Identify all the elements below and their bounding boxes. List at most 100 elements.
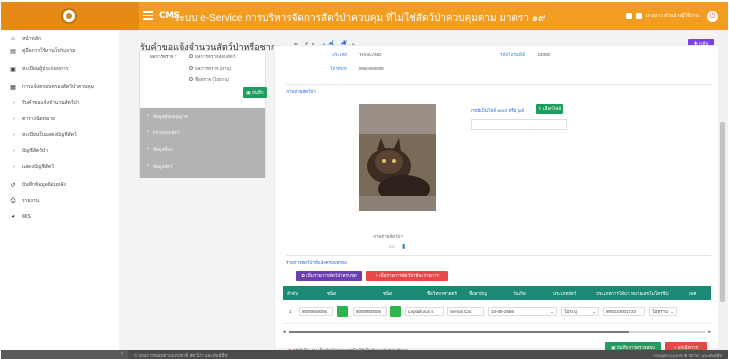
logout-icon[interactable]: ⏻	[707, 10, 718, 22]
animal-table-header: ลำดับ ชนิด ชนิด ชื่อวิทยาศาสตร์ ชื่อสามั…	[283, 286, 711, 300]
tab-inspect[interactable]: ▪ ตรวจสอบสัตว์	[147, 127, 180, 137]
main-content: รับคำขอแจ้งจำนวนสัตว์ป่าหรือซากของสัตว์ป…	[119, 30, 728, 354]
print-icon: ⎙	[10, 197, 16, 204]
scroll-left-icon[interactable]: ◂	[283, 329, 286, 335]
sidebar-subitem-wildlife-account[interactable]: › บัญชีสัตว์ป่า	[11, 146, 48, 156]
inspection-result-label: ผลการตรวจ *	[150, 53, 177, 60]
microchip-input[interactable]: 900210001723	[603, 307, 645, 316]
photo-caption: ภาพถ่ายสัตว์ป่า	[373, 234, 403, 239]
tab-applicant[interactable]: ▪ ข้อมูลผู้ขออนุญาต	[147, 111, 188, 121]
add-set-label: เพิ่มรายการสัตว์ป่าครบชุด	[306, 273, 357, 278]
column-header: ลำดับ	[287, 291, 299, 296]
sidebar-item-possession[interactable]: ▦ การแจ้งครอบครองสัตว์ป่าควบคุม	[9, 82, 94, 92]
sex-select[interactable]: ไม่ทราบ ⌄	[649, 307, 677, 316]
brand-area	[1, 2, 139, 30]
sidebar-item-registry[interactable]: ▣ ทะเบียนผู้ประกอบการ	[9, 64, 68, 74]
collapse-sidebar-icon[interactable]: ‹	[121, 351, 123, 357]
add-set-button[interactable]: ✿ เพิ่มรายการสัตว์ป่าครบชุด	[296, 271, 362, 281]
birthdate-select[interactable]: 10-08-2566 ⌄	[488, 307, 557, 316]
book-icon: ▤	[10, 48, 16, 55]
scroll-thumb[interactable]	[720, 122, 725, 302]
radio-circle[interactable]	[189, 77, 193, 81]
common-name-input[interactable]: Serval Cat	[447, 307, 484, 316]
country-field: ประเทศ THAILAND	[332, 50, 381, 58]
chevron-right-icon: ›	[13, 132, 15, 138]
search-species-button-2[interactable]	[390, 306, 401, 317]
info-icon: ▪	[147, 146, 149, 152]
column-header: ชื่อวิทยาศาสตร์	[427, 291, 457, 296]
acquire-select[interactable]: ไม่ระบุ ⌄	[561, 307, 599, 316]
user-name[interactable]: นางสาว ตัวอย่างผู้ใช้งาน	[646, 12, 699, 20]
sidebar-subitem-show-account[interactable]: › แสดงบัญชีสัตว์	[11, 162, 54, 172]
tab-label: ข้อมูลผู้ขออนุญาต	[152, 113, 188, 119]
sidebar-subitem-schedule[interactable]: › ตารางนัดหมาย	[11, 114, 55, 124]
radio-option-3[interactable]: ชื่อตรวจ (ไม่ผ่าน)	[189, 75, 229, 83]
radio-circle[interactable]	[189, 54, 193, 58]
department-logo[interactable]	[61, 8, 77, 24]
sidebar-item-manual[interactable]: ▤ คู่มือการใช้งานโปรแกรม	[9, 46, 75, 56]
image-edit-icon[interactable]: ▭	[389, 243, 395, 250]
footer: ‹ © 2023 กรมอุทยานแห่งชาติ สัตว์ป่า และพ…	[1, 350, 728, 359]
sidebar-subitem-certificate[interactable]: › ทะเบียนใบแสดงบัญชีสัตว์	[11, 130, 77, 140]
sidebar-item-history[interactable]: ↺ บันทึกข้อมูลย้อนหลัง	[9, 180, 65, 190]
sidebar-item-mis[interactable]: ◕ MIS	[9, 212, 31, 222]
sidebar-item-label: บัญชีสัตว์ป่า	[22, 148, 48, 154]
scroll-thumb[interactable]	[289, 331, 629, 333]
id-card-icon: ▣	[10, 66, 16, 73]
sidebar-item-label: ตารางนัดหมาย	[22, 116, 55, 122]
column-header: ประเภทการได้มา	[596, 291, 630, 296]
phone-label: โทรศัพท์	[330, 65, 347, 71]
scroll-right-icon[interactable]: ▸	[708, 329, 711, 335]
column-header: เพศ	[689, 291, 697, 296]
list-icon: ▦	[10, 84, 16, 91]
chevron-right-icon: ›	[13, 148, 15, 154]
upload-file-button[interactable]: ⇪ เลือกไฟล์	[536, 104, 563, 114]
save-inspection-button[interactable]: ▣ บันทึก	[243, 87, 267, 98]
panel-tabs: ▪ ข้อมูลผู้ขออนุญาต ▪ ตรวจสอบสัตว์ ▪ ข้อ…	[140, 108, 265, 178]
hamburger-menu-icon[interactable]	[143, 11, 153, 20]
table-horizontal-scrollbar[interactable]: ◂ ▸	[283, 329, 711, 335]
chevron-down-icon: ⌄	[550, 308, 554, 314]
inspection-panel: ผลการตรวจ * ผลการตรวจสอบสัตว์ ผลการตรวจ …	[139, 50, 267, 178]
page-vertical-scrollbar[interactable]	[718, 30, 728, 350]
footer-sidebar-block	[1, 350, 128, 359]
sex-value: ไม่ทราบ	[652, 309, 668, 314]
sidebar-item-report[interactable]: ⎙ รายงาน	[9, 196, 40, 206]
notification-icon[interactable]	[625, 13, 632, 19]
user-icon: ▪	[147, 113, 149, 119]
tab-animal[interactable]: ▪ ข้อมูลสัตว์	[147, 161, 172, 171]
radio-circle[interactable]	[189, 66, 193, 70]
sidebar-item-label: MIS	[22, 214, 31, 220]
radio-option-2[interactable]: ผลการตรวจ (ผ่าน)	[189, 64, 231, 72]
detail-panel: ประเทศ THAILAND รหัสไปรษณีย์ 24000 โทรศั…	[274, 45, 724, 354]
tab-label: ตรวจสอบสัตว์	[152, 129, 180, 135]
code-input-1[interactable]: 9000850006	[299, 307, 333, 316]
user-area: นางสาว ตัวอย่างผู้ใช้งาน ⏻	[625, 10, 718, 22]
footer-right-text: กรมอุทยานแห่งชาติ สัตว์ป่า และพันธุ์พืช	[653, 353, 722, 358]
column-header: หมายเลขไมโครชิป	[631, 291, 669, 296]
row-index: 1	[289, 309, 292, 314]
file-input[interactable]	[471, 119, 567, 130]
search-species-button-1[interactable]	[337, 306, 348, 317]
table-row: 1 9000850006 9000850006 Leptailurus s Se…	[283, 300, 711, 324]
sidebar-item-label: ทะเบียนผู้ประกอบการ	[22, 66, 69, 72]
radio-label: ผลการตรวจ (ผ่าน)	[195, 65, 232, 71]
check-icon: ▪	[147, 129, 149, 135]
animal-photo[interactable]	[359, 104, 436, 211]
code-input-2[interactable]: 9000850006	[353, 307, 387, 316]
chevron-down-icon: ⌄	[670, 308, 674, 314]
radio-option-1[interactable]: ผลการตรวจสอบสัตว์	[189, 52, 235, 60]
copyright-text: © 2023 กรมอุทยานแห่งชาติ สัตว์ป่า และพัน…	[134, 353, 228, 358]
sidebar-item-label: คู่มือการใช้งานโปรแกรม	[22, 48, 76, 54]
chevron-down-icon: ⌄	[592, 308, 596, 314]
country-value: THAILAND	[359, 51, 382, 57]
tab-other[interactable]: ▪ ข้อมูลอื่นๆ	[147, 144, 172, 154]
chevron-right-icon: ›	[13, 164, 15, 170]
paw-icon: ▪	[147, 163, 149, 169]
radio-label: ผลการตรวจสอบสัตว์	[195, 53, 236, 59]
trash-icon[interactable]: ▮	[402, 243, 405, 250]
sidebar-item-home[interactable]: ⌂ หน้าหลัก	[9, 34, 41, 44]
add-single-button[interactable]: + เพิ่มรายการสัตว์ป่าทีละรายการ	[366, 271, 448, 281]
scientific-name-input[interactable]: Leptailurus s	[405, 307, 444, 316]
sidebar-subitem-request[interactable]: › รับคำขอแจ้งจำนวนสัตว์ป่า	[11, 98, 79, 108]
